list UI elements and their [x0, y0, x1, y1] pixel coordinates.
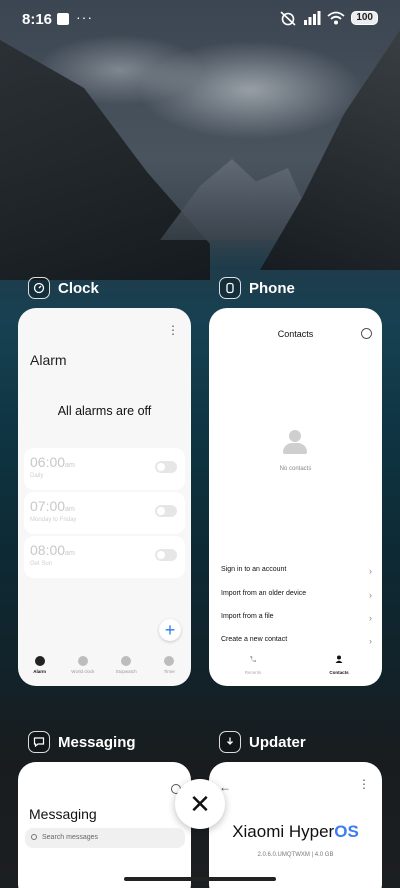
messaging-title: Messaging — [29, 806, 97, 822]
import-older-device-item[interactable]: Import from an older device › — [221, 590, 372, 604]
tab-contacts[interactable]: Contacts — [309, 650, 369, 675]
chevron-right-icon: › — [369, 590, 372, 600]
tab-timer[interactable]: Timer — [149, 656, 189, 682]
tab-alarm[interactable]: Alarm — [20, 656, 60, 682]
notification-icon — [57, 13, 69, 25]
alarm-item[interactable]: 07:00am Monday to Friday — [24, 492, 185, 534]
clear-all-button[interactable]: ✕ — [175, 779, 225, 829]
more-options-icon[interactable]: ⋮ — [358, 778, 370, 790]
person-icon — [335, 655, 343, 663]
mountain-right — [260, 30, 400, 270]
clock-app-header[interactable]: Clock — [28, 277, 99, 299]
clock-app-icon — [28, 277, 50, 299]
alarm-label: Daily — [30, 473, 44, 479]
status-bar: 8:16 ··· 100 — [0, 0, 400, 38]
alarm-title: Alarm — [30, 352, 67, 368]
signal-icon — [304, 11, 321, 25]
alarm-toggle[interactable] — [155, 505, 177, 517]
timer-icon — [164, 656, 175, 666]
updater-app-header[interactable]: Updater — [219, 731, 306, 753]
alarm-toggle[interactable] — [155, 461, 177, 473]
search-icon — [31, 834, 37, 840]
chevron-right-icon: › — [369, 613, 372, 623]
import-from-file-item[interactable]: Import from a file › — [221, 613, 372, 627]
phone-tab-bar: Recents Contacts — [209, 650, 382, 675]
updater-app-card[interactable]: ← ⋮ Xiaomi HyperOS 2.0.6.0.UMQTWXM | 4.0… — [209, 762, 382, 888]
alarm-label: Monday to Friday — [30, 517, 77, 523]
phone-handset-icon — [250, 656, 256, 663]
phone-app-icon — [219, 277, 241, 299]
messaging-app-card[interactable]: Messaging Search messages — [18, 762, 191, 888]
more-notifications-icon: ··· — [76, 9, 93, 25]
version-info: 2.0.6.0.UMQTWXM | 4.0 GB — [257, 852, 334, 858]
mountain-left — [0, 40, 210, 280]
settings-gear-icon[interactable] — [361, 328, 372, 339]
alarm-icon — [34, 656, 45, 666]
stopwatch-icon — [121, 656, 132, 666]
tab-world-clock[interactable]: World clock — [63, 656, 103, 682]
alarm-time: 07:00am — [30, 498, 75, 514]
phone-app-name: Phone — [249, 279, 295, 297]
chevron-right-icon: › — [369, 636, 372, 646]
sign-in-account-item[interactable]: Sign in to an account › — [221, 566, 372, 580]
search-messages-input[interactable]: Search messages — [25, 828, 185, 848]
create-contact-item[interactable]: Create a new contact › — [221, 636, 372, 650]
tab-recents[interactable]: Recents — [223, 650, 283, 675]
tab-stopwatch[interactable]: Stopwatch — [106, 656, 146, 682]
messaging-app-icon — [28, 731, 50, 753]
no-contacts-text: No contacts — [279, 466, 312, 472]
more-options-icon[interactable]: ⋮ — [167, 324, 179, 336]
clock-tab-bar: Alarm World clock Stopwatch Timer — [18, 656, 191, 682]
messaging-app-header[interactable]: Messaging — [28, 731, 136, 753]
wifi-icon — [327, 11, 345, 25]
clock-app-card[interactable]: ⋮ Alarm All alarms are off 06:00am Daily… — [18, 308, 191, 686]
contacts-title: Contacts — [277, 329, 314, 339]
clock-app-name: Clock — [58, 279, 99, 297]
phone-app-card[interactable]: Contacts No contacts Sign in to an accou… — [209, 308, 382, 686]
messaging-app-name: Messaging — [58, 733, 136, 751]
battery-indicator: 100 — [351, 11, 378, 25]
updater-app-name: Updater — [249, 733, 306, 751]
alarm-toggle[interactable] — [155, 549, 177, 561]
home-indicator[interactable] — [124, 877, 276, 881]
chevron-right-icon: › — [369, 566, 372, 576]
add-alarm-button[interactable]: + — [159, 619, 181, 641]
clock-time: 8:16 — [22, 11, 53, 28]
alarm-label: Get Sun — [30, 561, 53, 567]
alarms-status: All alarms are off — [57, 404, 152, 418]
alarm-time: 06:00am — [30, 454, 75, 470]
alarm-item[interactable]: 08:00am Get Sun — [24, 536, 185, 578]
world-clock-icon — [77, 656, 88, 666]
hyperos-brand: Xiaomi HyperOS — [232, 822, 359, 841]
alarm-time: 08:00am — [30, 542, 75, 558]
updater-app-icon — [219, 731, 241, 753]
phone-app-header[interactable]: Phone — [219, 277, 295, 299]
alarm-item[interactable]: 06:00am Daily — [24, 448, 185, 490]
alarm-off-icon — [280, 11, 296, 26]
contact-avatar-icon — [283, 430, 307, 456]
